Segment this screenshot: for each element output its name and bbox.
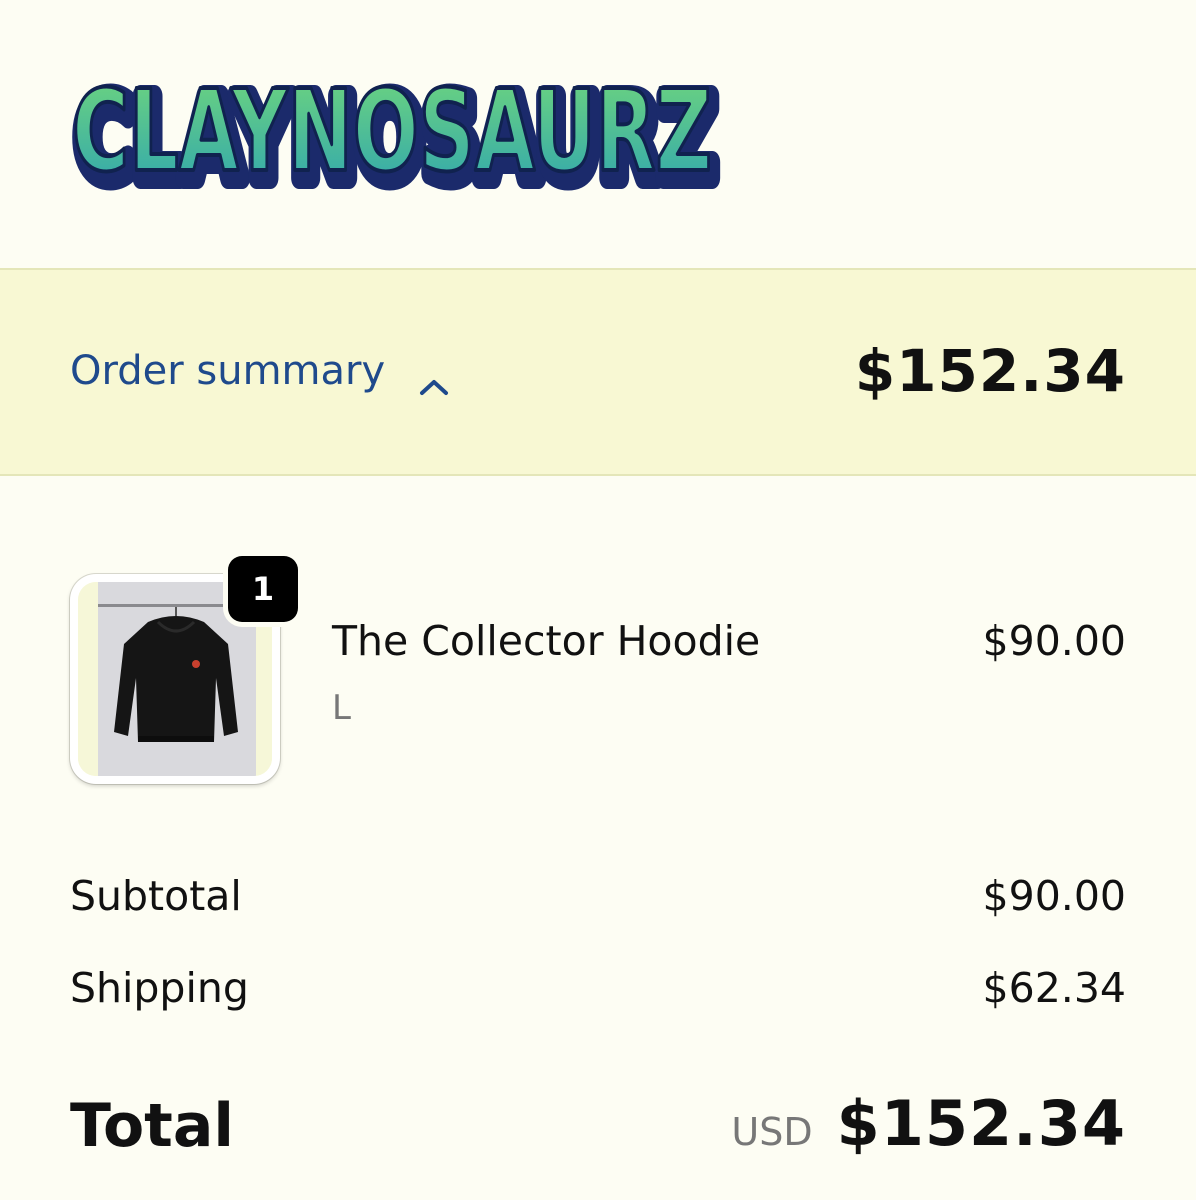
checkout-page: CLAYNOSAURZ CLAYNOSAURZ Order summary $1… bbox=[0, 0, 1196, 1200]
order-summary-bar[interactable]: Order summary $152.34 bbox=[0, 268, 1196, 476]
brand-logo[interactable]: CLAYNOSAURZ CLAYNOSAURZ bbox=[62, 52, 732, 212]
shipping-value: $62.34 bbox=[982, 964, 1126, 1012]
total-row: Total USD $152.34 bbox=[70, 1086, 1126, 1166]
chevron-up-icon bbox=[417, 360, 451, 395]
subtotal-label: Subtotal bbox=[70, 872, 242, 920]
total-label: Total bbox=[70, 1091, 234, 1161]
order-summary-label: Order summary bbox=[70, 348, 386, 394]
shipping-label: Shipping bbox=[70, 964, 249, 1012]
order-summary-toggle[interactable]: Order summary bbox=[70, 346, 451, 396]
subtotal-row: Subtotal $90.00 bbox=[70, 868, 1126, 924]
product-variant: L bbox=[332, 688, 351, 728]
quantity-badge: 1 bbox=[228, 556, 298, 622]
total-amount: $152.34 bbox=[836, 1087, 1126, 1160]
currency-code: USD bbox=[731, 1110, 813, 1154]
total-amount-group: USD $152.34 bbox=[731, 1086, 1126, 1162]
product-price: $90.00 bbox=[982, 617, 1126, 665]
header: CLAYNOSAURZ CLAYNOSAURZ bbox=[0, 0, 1196, 268]
line-item: 1 The Collector Hoodie L $90.00 bbox=[70, 556, 1126, 785]
subtotal-value: $90.00 bbox=[982, 872, 1126, 920]
shipping-row: Shipping $62.34 bbox=[70, 960, 1126, 1016]
summary-total-amount: $152.34 bbox=[854, 337, 1126, 405]
product-name: The Collector Hoodie bbox=[332, 617, 761, 665]
svg-text:CLAYNOSAURZ: CLAYNOSAURZ bbox=[72, 67, 712, 197]
logo-image: CLAYNOSAURZ CLAYNOSAURZ bbox=[65, 64, 727, 212]
